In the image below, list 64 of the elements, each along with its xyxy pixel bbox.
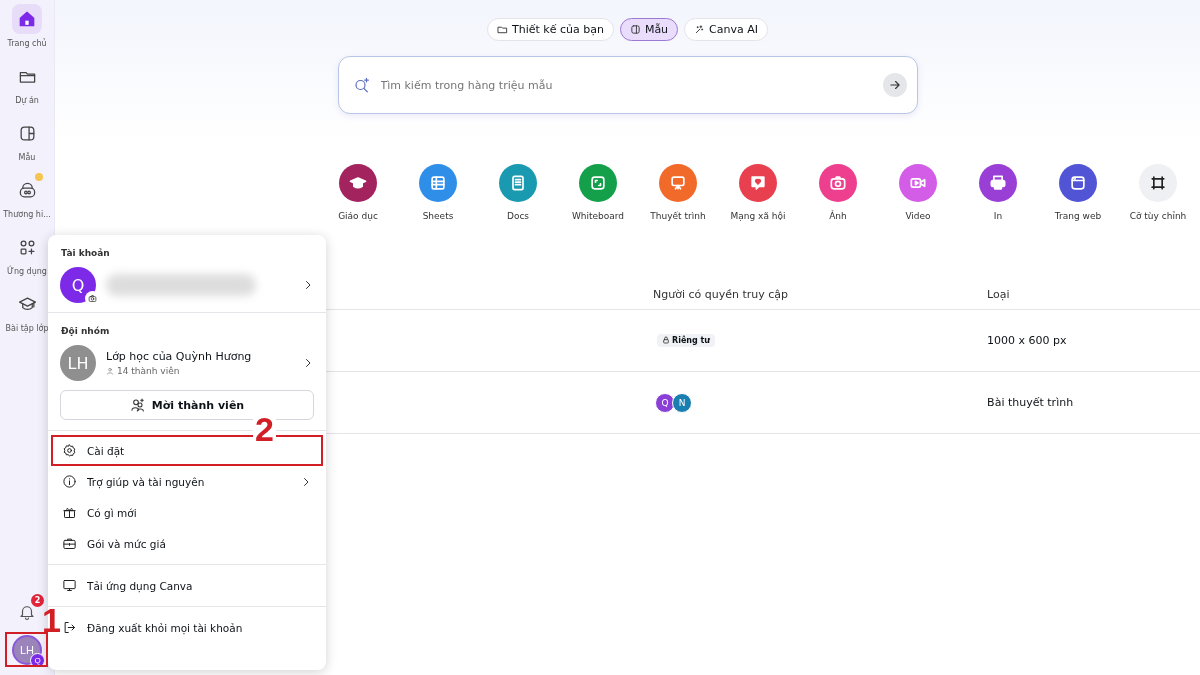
menu-item[interactable]: Có gì mới xyxy=(51,497,323,528)
table-cell: Bài thuyết trình xyxy=(987,396,1074,409)
tab[interactable]: Canva AI xyxy=(684,18,768,41)
arrow-icon xyxy=(887,78,902,92)
category-button[interactable]: Mạng xã hội xyxy=(718,164,798,221)
profile-avatar[interactable]: LH Q xyxy=(12,635,42,665)
category-button[interactable]: Ảnh xyxy=(798,164,878,221)
gift-icon xyxy=(62,505,77,520)
user-avatar: N xyxy=(672,392,692,413)
notification-badge: 2 xyxy=(31,594,44,607)
person-icon xyxy=(106,367,114,375)
sidebar-item[interactable]: Trang chủ xyxy=(0,4,55,48)
category-button[interactable]: Docs xyxy=(478,164,558,221)
privacy-badge: Riêng tư xyxy=(657,333,716,347)
category-button[interactable]: In xyxy=(958,164,1038,221)
printer-icon xyxy=(988,173,1008,193)
user-avatar: Q xyxy=(655,392,675,413)
camera-icon xyxy=(828,173,848,193)
team-avatar: LH xyxy=(60,345,96,381)
category-button[interactable]: Video xyxy=(878,164,958,221)
camera-icon xyxy=(88,294,97,303)
expand-icon xyxy=(588,173,608,193)
submit-button[interactable] xyxy=(882,73,907,97)
menu-item[interactable]: Trợ giúp và tài nguyên xyxy=(51,466,323,497)
category-button[interactable]: Trang web xyxy=(1038,164,1118,221)
sidebar-item[interactable]: Dự án xyxy=(0,61,55,105)
category-button[interactable]: Thuyết trình xyxy=(638,164,718,221)
presentation-icon xyxy=(668,173,688,193)
sparkle-icon xyxy=(694,24,706,35)
folder-icon xyxy=(496,24,508,35)
team-row[interactable]: LH Lớp học của Quỳnh Hương 14 thành viên xyxy=(48,344,326,382)
account-avatar: Q xyxy=(60,267,96,303)
people-icon xyxy=(129,397,146,413)
lock-icon xyxy=(662,336,670,345)
section-heading: Đội nhóm xyxy=(60,325,111,338)
sign-out-icon xyxy=(62,620,77,635)
brand-icon xyxy=(17,180,37,200)
sidebar-item[interactable]: Thương hi... xyxy=(0,175,55,219)
menu-item[interactable]: Tải ứng dụng Canva xyxy=(51,570,323,601)
house-icon xyxy=(17,9,37,29)
step-number: 1 xyxy=(41,603,62,637)
heart-bubble-icon xyxy=(748,173,768,193)
bell-icon xyxy=(18,603,36,621)
category-button[interactable]: Whiteboard xyxy=(558,164,638,221)
monitor-icon xyxy=(62,578,77,593)
category-button[interactable]: Cỡ tùy chỉnh xyxy=(1118,164,1198,221)
resize-icon xyxy=(1148,173,1168,193)
template-icon xyxy=(629,24,641,35)
table-icon xyxy=(428,173,448,193)
browser-icon xyxy=(1068,173,1088,193)
column-header: Loại xyxy=(987,287,1010,301)
section-heading: Tài khoản xyxy=(60,247,111,260)
info-icon xyxy=(62,474,77,489)
category-button[interactable]: Sheets xyxy=(398,164,478,221)
tab[interactable]: Thiết kế của bạn xyxy=(486,18,614,41)
briefcase-icon xyxy=(62,536,77,551)
menu-item[interactable]: Gói và mức giá xyxy=(51,528,323,559)
search-icon xyxy=(352,76,371,94)
tab[interactable]: Mẫu xyxy=(619,18,679,41)
column-header: Người có quyền truy cập xyxy=(653,287,789,301)
settings-icon xyxy=(62,443,77,458)
sidebar-item[interactable]: Mẫu xyxy=(0,118,55,162)
category-button[interactable]: Giáo dục xyxy=(318,164,398,221)
table-cell: 1000 x 600 px xyxy=(987,334,1067,347)
